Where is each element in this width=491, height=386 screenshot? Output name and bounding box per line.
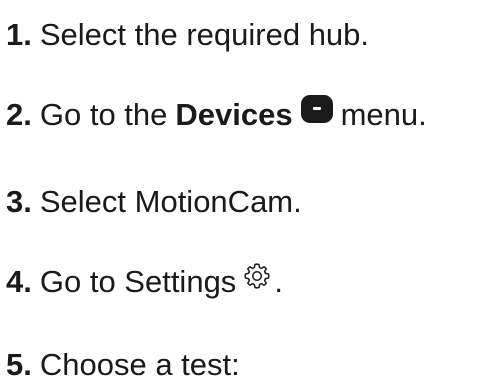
step-2: 2. Go to the Devices menu. <box>6 95 427 135</box>
step-number: 1. <box>6 17 32 52</box>
step-text-before: Go to the <box>39 97 168 132</box>
step-text: Select the required hub. <box>39 17 370 52</box>
step-text: Choose a test: <box>39 347 240 382</box>
step-number: 4. <box>6 264 32 299</box>
devices-menu-icon <box>300 95 333 123</box>
step-4: 4. Go to Settings . <box>6 262 283 302</box>
step-1: 1. Select the required hub. <box>6 15 369 55</box>
devices-label: Devices <box>175 97 293 132</box>
step-text-after: menu. <box>340 97 427 132</box>
step-number: 3. <box>6 184 32 219</box>
step-text-after: . <box>274 264 283 299</box>
step-text-before: Go to Settings <box>39 264 237 299</box>
gear-icon <box>242 261 272 291</box>
step-5: 5. Choose a test: <box>6 345 240 385</box>
step-number: 5. <box>6 347 32 382</box>
step-number: 2. <box>6 97 32 132</box>
step-text: Select MotionCam. <box>39 184 302 219</box>
step-3: 3. Select MotionCam. <box>6 182 302 222</box>
